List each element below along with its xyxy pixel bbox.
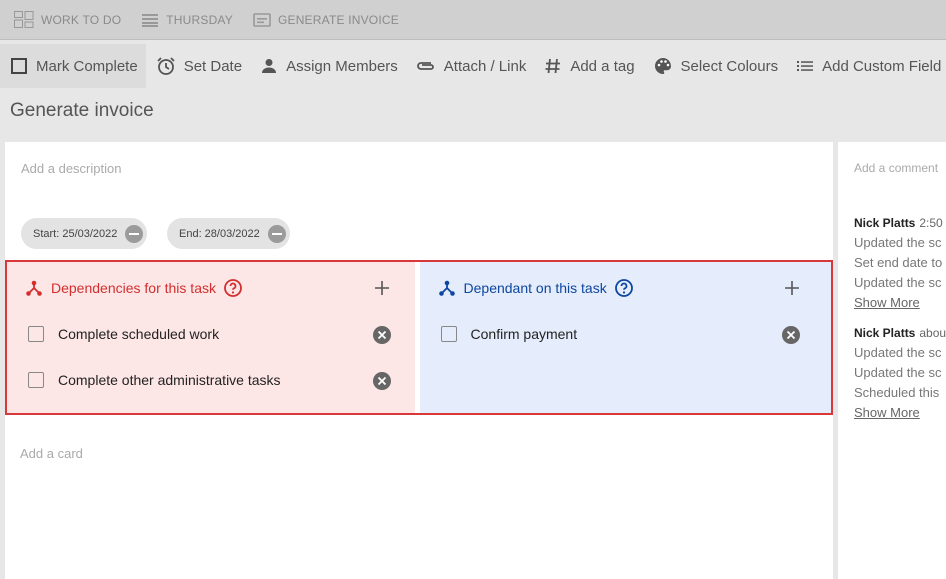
dependants-header: Dependant on this task: [438, 278, 634, 298]
plus-icon: [374, 280, 390, 296]
activity-line: Set end date to: [854, 255, 943, 270]
end-date-chip[interactable]: End: 28/03/2022: [167, 218, 290, 249]
attach-link-button[interactable]: Attach / Link: [408, 44, 535, 88]
add-dependant-button[interactable]: [784, 280, 800, 296]
dependant-item: Confirm payment: [440, 326, 578, 342]
activity-time: 2:50: [919, 216, 943, 230]
alarm-clock-icon: [156, 56, 176, 76]
dependency-label: Complete scheduled work: [58, 326, 220, 342]
dependency-label: Complete other administrative tasks: [58, 372, 281, 388]
activity-line: Scheduled this: [854, 385, 940, 400]
mark-complete-label: Mark Complete: [36, 57, 138, 75]
breadcrumb-label: THURSDAY: [166, 12, 233, 27]
activity-author: Nick Platts: [854, 216, 916, 230]
dependant-label: Confirm payment: [470, 326, 578, 342]
activity-line: Updated the sc: [854, 235, 942, 250]
close-circle-icon: [781, 326, 800, 344]
remove-end-date-button[interactable]: [267, 224, 286, 243]
dependants-column: Dependant on this task Confirm payment: [419, 262, 831, 413]
palette-icon: [653, 56, 673, 76]
dependencies-title: Dependencies for this task: [51, 280, 216, 296]
activity-author: Nick Platts: [854, 326, 916, 340]
mark-complete-button[interactable]: Mark Complete: [0, 44, 146, 88]
comments-panel: Add a comment Nick Platts 2:50 Updated th…: [838, 142, 946, 579]
close-circle-icon: [373, 372, 391, 390]
show-more-link[interactable]: Show More: [854, 293, 943, 313]
person-icon: [260, 57, 278, 75]
activity-entry: Nick Platts 2:50 Updated the sc Set end d…: [854, 213, 943, 313]
list-lines-icon: [141, 13, 159, 27]
help-icon[interactable]: [614, 278, 634, 298]
hierarchy-icon: [25, 279, 43, 297]
remove-dependency-button[interactable]: [373, 372, 391, 390]
start-date-chip[interactable]: Start: 25/03/2022: [21, 218, 148, 249]
remove-dependant-button[interactable]: [781, 326, 800, 344]
description-input[interactable]: Add a description: [21, 161, 121, 176]
dependencies-panel: Dependencies for this task Complete sche…: [5, 260, 833, 415]
assign-members-button[interactable]: Assign Members: [252, 44, 406, 88]
activity-line: Updated the sc: [854, 275, 942, 290]
board-icon: [14, 11, 34, 28]
dependant-checkbox[interactable]: [440, 326, 457, 342]
hierarchy-icon: [438, 279, 456, 297]
add-dependency-button[interactable]: [374, 280, 390, 296]
dependants-title: Dependant on this task: [463, 280, 607, 296]
dependency-checkbox[interactable]: [28, 372, 44, 388]
dependencies-column: Dependencies for this task Complete sche…: [7, 262, 415, 413]
add-custom-field-label: Add Custom Field: [822, 57, 942, 75]
activity-line: Updated the sc: [854, 365, 942, 380]
assign-members-label: Assign Members: [286, 57, 398, 75]
breadcrumb-board[interactable]: WORK TO DO: [14, 11, 121, 28]
dependencies-header: Dependencies for this task: [25, 278, 243, 298]
breadcrumb-label: GENERATE INVOICE: [277, 12, 399, 27]
activity-entry: Nick Platts abou Updated the sc Updated t…: [854, 323, 946, 423]
comment-input[interactable]: Add a comment: [854, 161, 938, 175]
attach-link-label: Attach / Link: [443, 57, 527, 75]
add-card-button[interactable]: Add a card: [20, 446, 83, 461]
close-circle-icon: [373, 326, 391, 344]
help-icon[interactable]: [223, 278, 243, 298]
add-tag-button[interactable]: Add a tag: [536, 44, 642, 88]
end-date-label: End: 28/03/2022: [179, 227, 260, 240]
card-icon: [253, 12, 271, 27]
paperclip-icon: [416, 59, 436, 73]
remove-start-date-button[interactable]: [125, 224, 144, 243]
card-toolbar: Mark Complete Set Date Assign Members At…: [0, 41, 946, 91]
dependency-item: Complete other administrative tasks: [28, 372, 281, 388]
add-tag-label: Add a tag: [570, 57, 635, 75]
breadcrumb-card[interactable]: GENERATE INVOICE: [253, 13, 399, 27]
set-date-button[interactable]: Set Date: [148, 44, 250, 88]
card-title[interactable]: Generate invoice: [10, 100, 154, 122]
activity-time: abou: [919, 326, 946, 340]
card-main-panel: Add a description Start: 25/03/2022 End:…: [5, 142, 833, 579]
activity-line: Updated the sc: [854, 345, 942, 360]
start-date-label: Start: 25/03/2022: [33, 227, 118, 240]
add-custom-field-button[interactable]: Add Custom Field: [788, 44, 946, 88]
breadcrumb: WORK TO DO THURSDAY GENERATE INVOICE: [0, 0, 946, 40]
breadcrumb-list[interactable]: THURSDAY: [141, 13, 233, 27]
remove-dependency-button[interactable]: [373, 326, 391, 344]
minus-icon: [271, 232, 282, 235]
select-colours-button[interactable]: Select Colours: [645, 44, 787, 88]
hashtag-icon: [544, 57, 562, 75]
set-date-label: Set Date: [183, 57, 243, 75]
list-bullets-icon: [796, 59, 814, 73]
dependency-item: Complete scheduled work: [28, 326, 219, 342]
dependency-checkbox[interactable]: [28, 326, 44, 342]
plus-icon: [784, 280, 800, 296]
checkbox-icon: [10, 57, 28, 75]
breadcrumb-label: WORK TO DO: [41, 12, 122, 27]
select-colours-label: Select Colours: [680, 57, 779, 75]
show-more-link[interactable]: Show More: [854, 403, 946, 423]
minus-icon: [129, 232, 140, 235]
